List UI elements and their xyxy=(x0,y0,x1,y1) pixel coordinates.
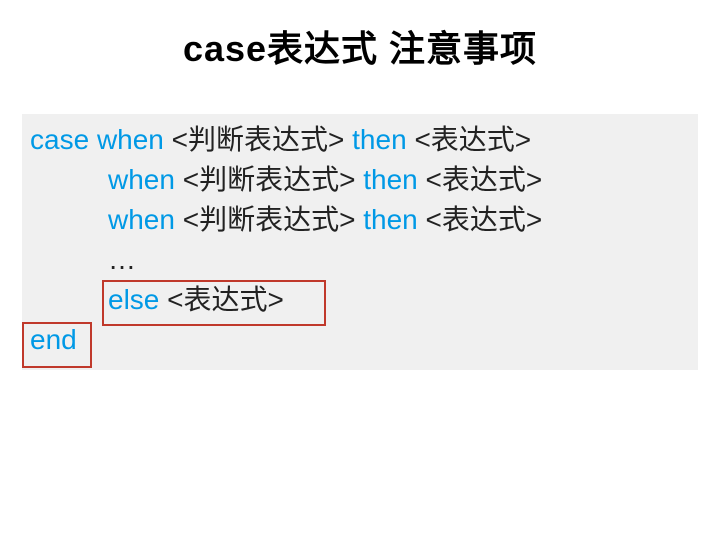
keyword-then: then xyxy=(363,204,418,235)
placeholder-condition: <判断表达式> xyxy=(183,204,356,235)
keyword-when: when xyxy=(97,124,164,155)
code-line-1: case when <判断表达式> then <表达式> xyxy=(30,120,690,160)
code-block: case when <判断表达式> then <表达式> when <判断表达式… xyxy=(22,114,698,370)
keyword-end: end xyxy=(30,324,77,355)
code-line-ellipsis: … xyxy=(30,240,690,280)
slide-title: case表达式 注意事项 xyxy=(0,0,720,72)
placeholder-expression: <表达式> xyxy=(414,124,531,155)
placeholder-condition: <判断表达式> xyxy=(183,164,356,195)
code-line-3: when <判断表达式> then <表达式> xyxy=(30,200,690,240)
ellipsis-text: … xyxy=(108,244,136,275)
keyword-else: else xyxy=(108,284,159,315)
slide: case表达式 注意事项 case when <判断表达式> then <表达式… xyxy=(0,0,720,540)
placeholder-expression: <表达式> xyxy=(426,164,543,195)
keyword-case: case xyxy=(30,124,89,155)
keyword-when: when xyxy=(108,204,175,235)
code-line-else: else <表达式> xyxy=(30,280,690,320)
placeholder-expression: <表达式> xyxy=(167,284,284,315)
keyword-when: when xyxy=(108,164,175,195)
code-line-2: when <判断表达式> then <表达式> xyxy=(30,160,690,200)
code-line-end: end xyxy=(30,320,690,360)
placeholder-expression: <表达式> xyxy=(426,204,543,235)
keyword-then: then xyxy=(352,124,407,155)
placeholder-condition: <判断表达式> xyxy=(172,124,345,155)
keyword-then: then xyxy=(363,164,418,195)
